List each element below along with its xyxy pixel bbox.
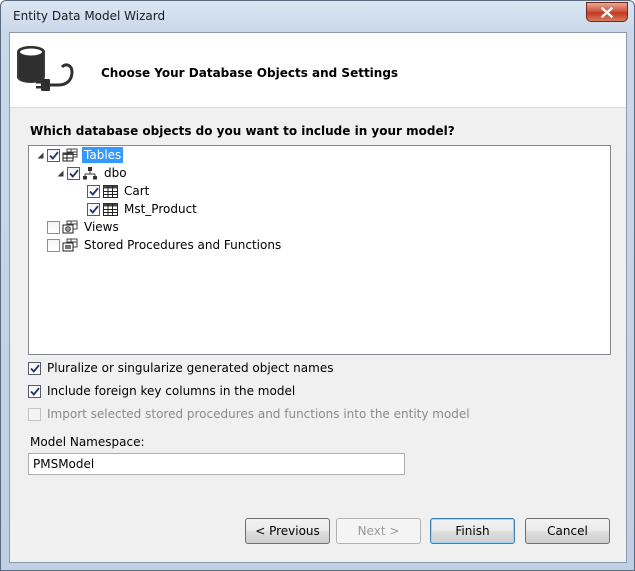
tables-icon — [62, 147, 78, 163]
pluralize-checkbox[interactable] — [28, 361, 41, 375]
schema-icon — [82, 165, 98, 181]
checkmark-icon — [29, 364, 40, 373]
tree-node-cart[interactable]: Cart — [75, 182, 151, 200]
import-procedures-option: Import selected stored procedures and fu… — [28, 407, 470, 421]
tree-node-mst-product[interactable]: Mst_Product — [75, 200, 199, 218]
wizard-window: Entity Data Model Wizard Choose Your Dat… — [0, 0, 635, 571]
expand-arrow-icon[interactable] — [55, 164, 65, 182]
close-button[interactable] — [586, 2, 628, 22]
page-title: Choose Your Database Objects and Setting… — [101, 66, 399, 80]
checkmark-icon — [88, 205, 99, 214]
next-button: Next > — [336, 518, 421, 544]
database-plug-icon — [17, 46, 74, 91]
title-bar[interactable]: Entity Data Model Wizard — [1, 1, 634, 32]
pluralize-option[interactable]: Pluralize or singularize generated objec… — [28, 361, 333, 375]
tree-node-label: dbo — [104, 166, 127, 180]
tables-checkbox[interactable] — [47, 148, 60, 162]
database-objects-tree[interactable]: Tables dbo Cart Mst_Product Views Stored… — [28, 145, 611, 355]
import-procedures-checkbox — [28, 407, 41, 421]
model-namespace-input[interactable] — [28, 453, 405, 475]
tree-node-label: Stored Procedures and Functions — [84, 238, 282, 252]
views-checkbox[interactable] — [47, 220, 60, 234]
import-procedures-label: Import selected stored procedures and fu… — [47, 407, 470, 421]
tree-node-tables[interactable]: Tables — [35, 146, 124, 164]
checkmark-icon — [68, 169, 79, 178]
tree-node-label: Tables — [82, 147, 124, 163]
cancel-button[interactable]: Cancel — [525, 518, 610, 544]
foreign-keys-option[interactable]: Include foreign key columns in the model — [28, 384, 295, 398]
pluralize-label: Pluralize or singularize generated objec… — [47, 361, 334, 375]
cart-checkbox[interactable] — [87, 184, 100, 198]
tree-node-label: Cart — [124, 184, 150, 198]
table-icon — [102, 201, 118, 217]
procedures-icon — [62, 237, 78, 253]
wizard-header: Choose Your Database Objects and Setting… — [10, 33, 626, 108]
tree-node-label: Views — [84, 220, 119, 234]
dbo-checkbox[interactable] — [67, 166, 80, 180]
previous-button[interactable]: < Previous — [245, 518, 330, 544]
checkmark-icon — [88, 187, 99, 196]
window-title: Entity Data Model Wizard — [13, 9, 166, 23]
tree-node-label: Mst_Product — [124, 202, 197, 216]
tree-node-views[interactable]: Views — [35, 218, 121, 236]
table-icon — [102, 183, 118, 199]
tree-node-stored-procedures[interactable]: Stored Procedures and Functions — [35, 236, 283, 254]
foreign-keys-checkbox[interactable] — [28, 384, 41, 398]
tree-node-dbo[interactable]: dbo — [55, 164, 129, 182]
checkmark-icon — [48, 151, 59, 160]
wizard-client-area: Choose Your Database Objects and Setting… — [9, 32, 627, 563]
foreign-keys-label: Include foreign key columns in the model — [47, 384, 296, 398]
views-icon — [62, 219, 78, 235]
procedures-checkbox[interactable] — [47, 238, 60, 252]
objects-question: Which database objects do you want to in… — [30, 124, 455, 138]
expand-arrow-icon[interactable] — [35, 146, 45, 164]
finish-button[interactable]: Finish — [430, 518, 515, 544]
model-namespace-label: Model Namespace: — [30, 435, 145, 449]
checkmark-icon — [29, 387, 40, 396]
close-icon — [601, 6, 613, 18]
mst-product-checkbox[interactable] — [87, 202, 100, 216]
